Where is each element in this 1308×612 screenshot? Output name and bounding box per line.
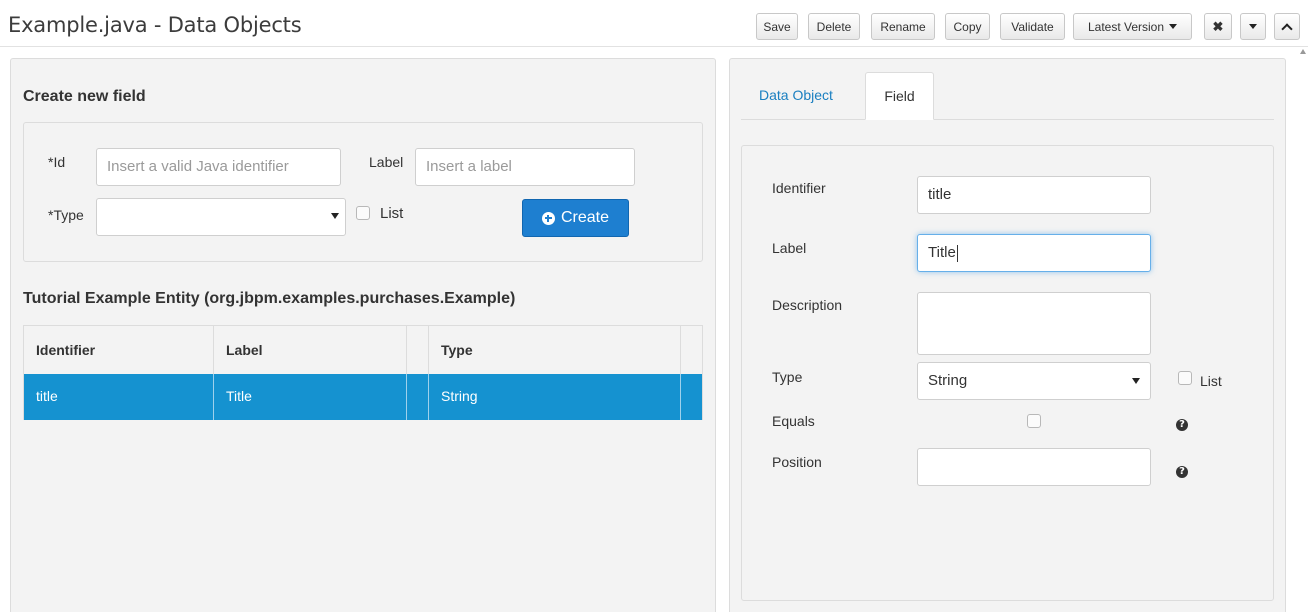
list-field-checkbox[interactable] [1178,371,1192,385]
label-field-value: Title [928,244,956,261]
column-header-actions [681,326,702,374]
maximize-button[interactable] [1274,13,1300,40]
type-field-label: Type [772,369,803,385]
equals-checkbox[interactable] [1027,414,1041,428]
identifier-input[interactable]: title [917,176,1151,214]
label-field-label: Label [772,240,807,256]
latest-version-label: Latest Version [1087,19,1165,34]
caret-down-icon [1249,24,1257,29]
identifier-label: Identifier [772,180,826,196]
latest-version-dropdown[interactable]: Latest Version [1073,13,1192,40]
plus-circle-icon [541,211,555,225]
scrollbar-up-arrow[interactable] [1300,49,1306,54]
column-header-label[interactable]: Label [214,326,407,374]
close-button[interactable]: ✖ [1204,13,1232,40]
fields-table: Identifier Label Type title Title String [23,325,703,420]
label-field-input[interactable]: Title [917,234,1151,272]
list-label: List [380,205,404,222]
caret-down-icon [1169,24,1178,29]
description-textarea[interactable] [917,292,1151,355]
position-label: Position [772,454,822,470]
table-row[interactable]: title Title String [24,374,702,420]
delete-button[interactable]: Delete [808,13,860,40]
question-circle-icon[interactable]: ? [1176,466,1188,478]
tab-data-object[interactable]: Data Object [741,72,851,120]
header-bar: Example.java - Data Objects Save Delete … [0,0,1308,47]
list-checkbox[interactable] [356,206,370,220]
create-button[interactable]: Create [522,199,629,237]
type-select[interactable] [96,198,346,236]
validate-button[interactable]: Validate [1000,13,1065,40]
cell-identifier: title [24,374,214,420]
label-label: Label [369,154,404,170]
text-cursor [956,244,958,262]
copy-button[interactable]: Copy [945,13,990,40]
position-input[interactable] [917,448,1151,486]
equals-label: Equals [772,413,815,429]
properties-tabs: Data Object Field [741,72,1274,120]
column-header-type[interactable]: Type [429,326,681,374]
cell-spacer [407,374,429,420]
rename-button[interactable]: Rename [871,13,935,40]
id-label: *Id [48,154,66,170]
caret-down-icon [331,213,339,219]
cell-type: String [429,374,681,420]
question-circle-icon[interactable]: ? [1176,419,1188,431]
description-label: Description [772,297,843,313]
collapse-menu-button[interactable] [1240,13,1266,40]
cell-label: Title [214,374,407,420]
label-input[interactable]: Insert a label [415,148,635,186]
cell-actions [681,374,702,420]
create-field-form [23,122,703,262]
list-field-label: List [1200,373,1222,389]
create-button-label: Create [560,209,610,226]
tab-field[interactable]: Field [865,72,934,120]
type-label: *Type [48,207,84,223]
page-title: Example.java - Data Objects [8,13,302,37]
column-header-spacer [407,326,429,374]
chevron-up-icon [1281,22,1293,35]
close-icon: ✖ [1212,18,1224,34]
type-field-select[interactable]: String [917,362,1151,400]
save-button[interactable]: Save [756,13,798,40]
caret-down-icon [1132,378,1140,384]
create-field-heading: Create new field [23,88,146,105]
id-input[interactable]: Insert a valid Java identifier [96,148,341,186]
column-header-identifier[interactable]: Identifier [24,326,214,374]
entity-heading: Tutorial Example Entity (org.jbpm.exampl… [23,290,516,307]
